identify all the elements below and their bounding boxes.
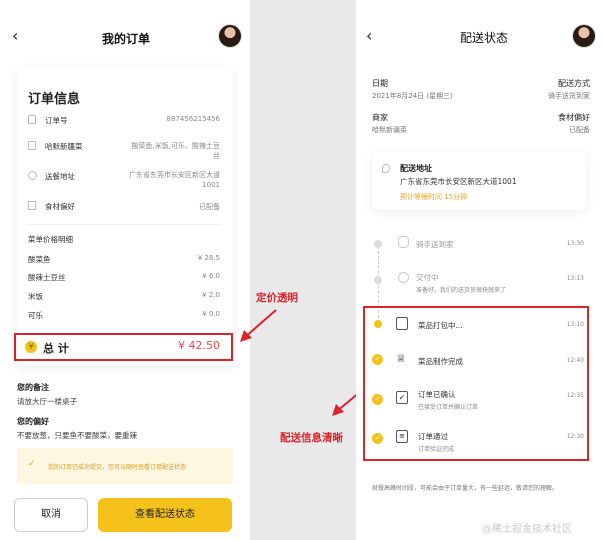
price-item-value: ¥ 6.0 bbox=[202, 272, 220, 280]
document-icon: ≡ bbox=[396, 430, 408, 443]
clipboard-check-icon: ✓ bbox=[396, 391, 408, 404]
page-title: 我的订单 bbox=[102, 32, 151, 46]
check-icon: ✓ bbox=[372, 354, 383, 365]
footer-note: 就餐高峰时间段，可能会由于订单量大，有一些延迟，敬请您的理解。 bbox=[372, 485, 559, 492]
arrow-left-icon bbox=[240, 309, 277, 342]
check-icon: ✓ bbox=[28, 459, 36, 469]
remark-title: 您的备注 bbox=[17, 383, 49, 392]
order-screen: ‹ 我的订单 订单信息 订单号 887456215456 哈默新疆菜 酸菜鱼,米… bbox=[0, 0, 250, 540]
avatar[interactable] bbox=[218, 24, 242, 48]
avatar[interactable] bbox=[572, 24, 596, 48]
divider bbox=[26, 224, 222, 225]
price-item-name: 酸菜鱼 bbox=[28, 255, 51, 264]
price-detail-title: 菜单价格明细 bbox=[28, 235, 73, 244]
step-time: 13:30 bbox=[566, 240, 584, 247]
step-title: 骑手送到家 bbox=[416, 240, 454, 249]
preference-title: 您的偏好 bbox=[17, 417, 49, 426]
annotation-gap bbox=[250, 0, 356, 540]
preference-label: 食材偏好 bbox=[45, 202, 75, 211]
step-time: 12:40 bbox=[566, 357, 584, 364]
check-icon: ✓ bbox=[372, 394, 383, 405]
cancel-button[interactable]: 取消 bbox=[14, 498, 88, 532]
step-title: 菜品打包中... bbox=[418, 321, 463, 330]
address-label: 送餐地址 bbox=[45, 172, 75, 181]
chef-hat-icon: ♕ bbox=[396, 352, 406, 365]
address-label: 配送地址 bbox=[400, 164, 432, 173]
price-item-value: ¥ 28.5 bbox=[197, 254, 220, 262]
page-title: 配送状态 bbox=[460, 31, 509, 45]
step-time: 12:35 bbox=[566, 392, 584, 399]
location-icon bbox=[28, 171, 37, 180]
annotation-left: 定价透明 bbox=[256, 292, 298, 304]
view-delivery-button[interactable]: 查看配送状态 bbox=[98, 498, 232, 532]
order-info-title: 订单信息 bbox=[28, 92, 81, 107]
preference-icon bbox=[28, 201, 36, 210]
step-time: 13:10 bbox=[566, 321, 584, 328]
delivery-status-screen: ‹ 配送状态 日期 2021年8月24日 (星期三) 配送方式 骑手送货到家 商… bbox=[356, 0, 604, 540]
step-time: 13:13 bbox=[566, 275, 584, 282]
watermark: @稀土掘金技术社区 bbox=[482, 524, 572, 535]
preference-text: 不要放葱，只要鱼不要酸菜，要重辣 bbox=[17, 431, 137, 440]
step-subtitle: 准备好，我们的送货员很快就来了 bbox=[416, 287, 507, 294]
eta-text: 预计等候时间 15分钟 bbox=[400, 193, 468, 201]
step-title: 菜品制作完成 bbox=[418, 357, 463, 366]
price-item-name: 米饭 bbox=[28, 292, 43, 301]
price-item-name: 酸辣土豆丝 bbox=[28, 273, 66, 282]
price-item-value: ¥ 2.0 bbox=[202, 291, 220, 299]
remark-text: 请放大厅一楼桌子 bbox=[17, 397, 77, 406]
step-title: 订单通过 bbox=[418, 432, 448, 441]
address-value: 广东省东莞市长安区新区大道1001 bbox=[129, 171, 220, 189]
step-dot-active bbox=[374, 320, 382, 328]
date-value: 2021年8月24日 (星期三) bbox=[372, 92, 453, 100]
back-arrow-icon[interactable]: ‹ bbox=[12, 26, 18, 45]
date-label: 日期 bbox=[372, 79, 388, 88]
address-value: 广东省东莞市长安区新区大道1001 bbox=[400, 177, 517, 186]
preference-value: 已配备 bbox=[199, 203, 220, 211]
shop-value: 哈默新疆菜 bbox=[372, 126, 407, 134]
dishes-value: 酸菜鱼,米饭,可乐、酸辣土豆丝 bbox=[131, 142, 220, 160]
location-icon bbox=[382, 164, 390, 173]
shop-icon bbox=[28, 141, 36, 150]
notice-text: 您的订单已成功提交，您可以随时查看订单配送状态 bbox=[48, 464, 187, 471]
step-title: 交付中 bbox=[416, 273, 439, 282]
method-label: 配送方式 bbox=[558, 79, 590, 88]
total-label: 总 计 bbox=[43, 342, 69, 355]
pref-value: 已配备 bbox=[569, 126, 590, 134]
step-subtitle: 订单验证完成 bbox=[418, 446, 455, 453]
order-info-card bbox=[17, 68, 233, 366]
pref-label: 食材偏好 bbox=[558, 113, 590, 122]
price-item-value: ¥ 0.0 bbox=[202, 310, 220, 318]
step-time: 12:30 bbox=[566, 433, 584, 440]
step-dot bbox=[374, 276, 382, 284]
back-arrow-icon[interactable]: ‹ bbox=[366, 26, 372, 45]
check-icon: ✓ bbox=[372, 433, 383, 444]
step-dot bbox=[374, 240, 382, 248]
shop-label: 商家 bbox=[372, 113, 388, 122]
step-subtitle: 已接受订单并确认订单 bbox=[418, 404, 479, 411]
shield-icon bbox=[398, 236, 409, 248]
delivery-icon bbox=[398, 272, 409, 283]
price-item-name: 可乐 bbox=[28, 311, 43, 320]
shop-label: 哈默新疆菜 bbox=[45, 142, 83, 151]
annotation-right: 配送信息清晰 bbox=[280, 432, 343, 444]
order-number-icon bbox=[28, 115, 36, 124]
method-value: 骑手送货到家 bbox=[548, 92, 590, 100]
coin-icon: ¥ bbox=[25, 341, 37, 353]
step-title: 订单已确认 bbox=[418, 390, 456, 399]
order-number-label: 订单号 bbox=[45, 116, 68, 125]
total-value: ¥ 42.50 bbox=[178, 339, 220, 352]
package-icon bbox=[396, 317, 408, 330]
order-number-value: 887456215456 bbox=[166, 115, 220, 123]
